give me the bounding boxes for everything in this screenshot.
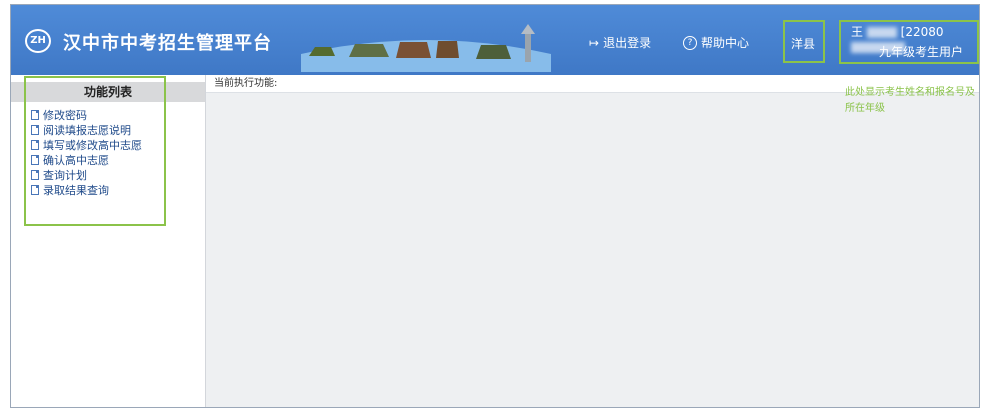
logout-icon: ↦ (589, 35, 600, 50)
logo-icon: ZH (25, 29, 51, 53)
help-center-button[interactable]: ? 帮助中心 (683, 34, 749, 51)
app-frame: ZH 汉中市中考招生管理平台 ↦ 退出登录 ? 帮助中心 洋县 王 [22080… (10, 4, 980, 408)
top-header: ZH 汉中市中考招生管理平台 ↦ 退出登录 ? 帮助中心 洋县 王 [22080… (11, 5, 979, 75)
help-icon: ? (683, 35, 697, 50)
user-name: 王 (851, 25, 864, 39)
page-title: 汉中市中考招生管理平台 (63, 33, 272, 54)
function-list-highlight-box (24, 76, 166, 226)
redacted-name (866, 27, 897, 38)
banner-image (301, 24, 551, 72)
annotation-text: 此处显示考生姓名和报名号及所在年级 (845, 87, 975, 114)
county-name: 洋县 (791, 37, 816, 51)
user-id: [22080 (900, 25, 944, 39)
logout-button[interactable]: ↦ 退出登录 (589, 34, 651, 51)
user-role: 九年级考生用户 (879, 45, 964, 59)
